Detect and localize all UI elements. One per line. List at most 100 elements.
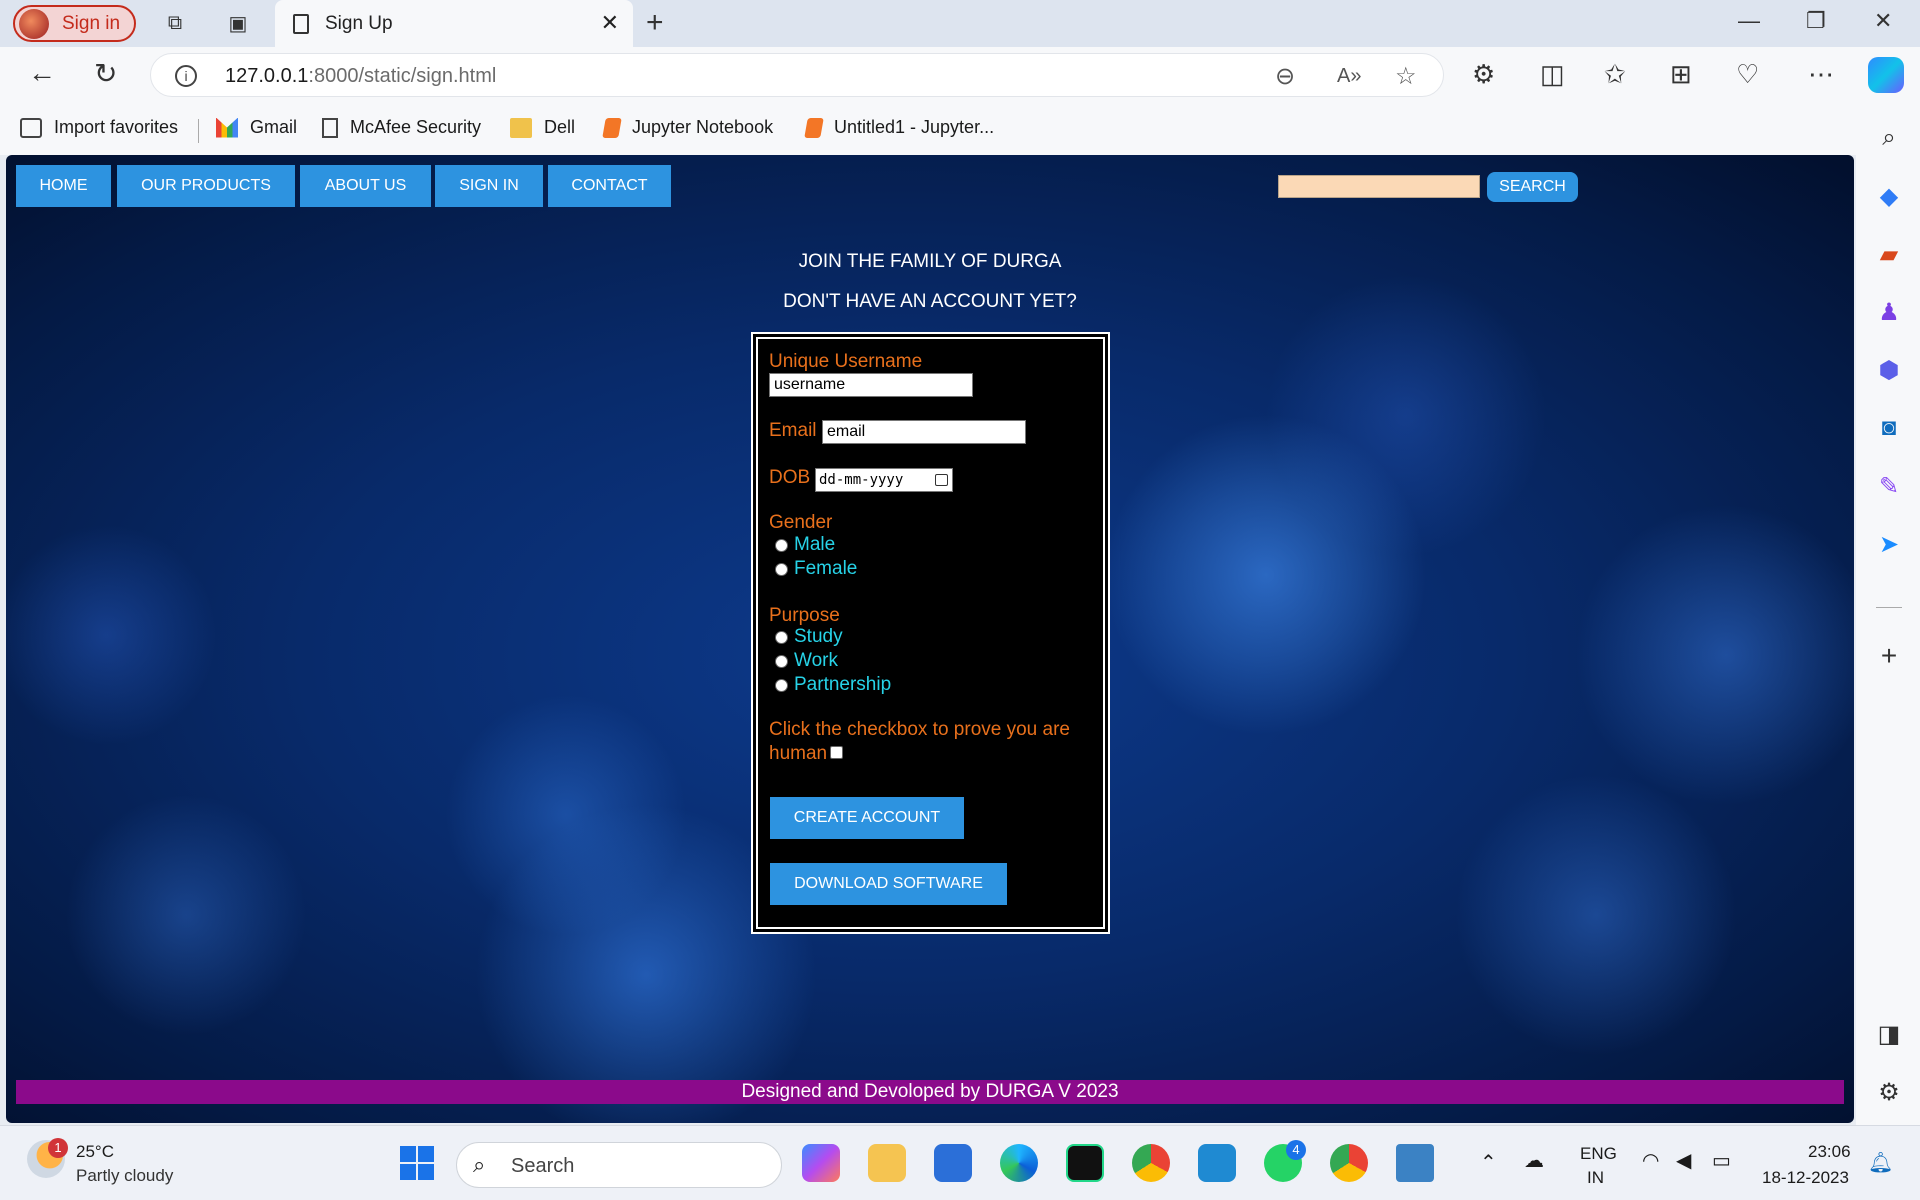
url-path: :8000/static/sign.html xyxy=(308,65,497,87)
volume-icon[interactable]: ◀ xyxy=(1676,1148,1691,1173)
weather-description[interactable]: Partly cloudy xyxy=(76,1166,173,1186)
more-options-icon[interactable]: ⋯ xyxy=(1808,59,1834,90)
chrome-icon[interactable] xyxy=(1132,1144,1170,1182)
gender-male-radio[interactable] xyxy=(775,539,788,552)
favorite-label: Gmail xyxy=(250,117,298,137)
language-code[interactable]: ENG xyxy=(1580,1144,1617,1164)
gender-female-label[interactable]: Female xyxy=(794,558,857,580)
vertical-tabs-icon[interactable]: ▣ xyxy=(225,10,251,36)
address-bar[interactable]: i 127.0.0.1:8000/static/sign.html ⊖ A» ☆ xyxy=(150,53,1444,97)
chrome-profile-icon[interactable] xyxy=(1330,1144,1368,1182)
profile-sign-in-label: Sign in xyxy=(62,12,121,34)
show-hidden-icons-chevron-icon[interactable]: ⌃ xyxy=(1480,1150,1497,1175)
back-icon[interactable]: ← xyxy=(28,57,56,89)
favorite-mcafee[interactable]: McAfee Security xyxy=(322,117,481,138)
add-icon[interactable]: + xyxy=(1874,640,1904,671)
taskbar-search-box[interactable]: ⌕ Search xyxy=(456,1142,782,1188)
nav-sign-in-button[interactable]: SIGN IN xyxy=(435,165,543,207)
gmail-icon xyxy=(216,117,238,138)
gender-female-radio[interactable] xyxy=(775,563,788,576)
close-tab-icon[interactable]: ✕ xyxy=(601,10,619,36)
microsoft-store-icon[interactable] xyxy=(934,1144,972,1182)
favorite-dell[interactable]: Dell xyxy=(510,117,575,138)
battery-icon[interactable]: ▭ xyxy=(1712,1148,1731,1173)
edge-sidebar: ⌕ ◆ ▰ ♟ ⬢ ◙ ✎ ➤ + ◨ ⚙ xyxy=(1856,105,1920,1125)
folder-icon xyxy=(510,117,532,138)
human-checkbox[interactable] xyxy=(830,746,843,759)
favorite-import[interactable]: Import favorites xyxy=(20,117,178,138)
pycharm-icon[interactable] xyxy=(1066,1144,1104,1182)
settings-gear-icon[interactable]: ⚙ xyxy=(1874,1077,1904,1107)
browser-essentials-icon[interactable]: ♡ xyxy=(1736,59,1759,90)
jupyter-icon xyxy=(602,117,622,138)
shopping-tag-icon[interactable]: ◆ xyxy=(1874,181,1904,211)
favorite-gmail[interactable]: Gmail xyxy=(216,117,297,138)
favorite-jupyter[interactable]: Jupyter Notebook xyxy=(602,117,773,138)
copilot-icon[interactable] xyxy=(1868,57,1904,93)
notifications-bell-icon[interactable]: 🔔︎ xyxy=(1868,1150,1893,1175)
new-tab-icon[interactable]: + xyxy=(646,6,664,40)
download-software-button[interactable]: DOWNLOAD SOFTWARE xyxy=(770,863,1007,905)
extensions-icon[interactable]: ⚙ xyxy=(1472,59,1495,90)
games-icon[interactable]: ♟ xyxy=(1874,297,1904,327)
collections-icon[interactable]: ⊞ xyxy=(1670,59,1692,90)
purpose-study-radio[interactable] xyxy=(775,631,788,644)
weather-temperature[interactable]: 25°C xyxy=(76,1142,114,1162)
dob-date-input[interactable]: dd-mm-yyyy xyxy=(815,468,953,492)
search-icon[interactable]: ⌕ xyxy=(1874,123,1904,153)
close-window-icon[interactable]: ✕ xyxy=(1874,8,1892,34)
copilot-pre-icon[interactable] xyxy=(802,1144,840,1182)
refresh-icon[interactable]: ↻ xyxy=(94,57,117,90)
nav-contact-button[interactable]: CONTACT xyxy=(548,165,671,207)
windows-start-icon[interactable] xyxy=(400,1146,434,1180)
telegram-icon[interactable]: ➤ xyxy=(1874,529,1904,559)
onedrive-icon[interactable]: ☁ xyxy=(1524,1148,1544,1173)
read-aloud-icon[interactable]: A» xyxy=(1337,65,1361,88)
purpose-study-label[interactable]: Study xyxy=(794,626,843,648)
vscode-icon[interactable] xyxy=(1198,1144,1236,1182)
language-region[interactable]: IN xyxy=(1587,1168,1604,1188)
notepad-icon[interactable] xyxy=(1396,1144,1434,1182)
gender-male-label[interactable]: Male xyxy=(794,534,835,556)
username-input[interactable]: username xyxy=(769,373,973,397)
clock-date[interactable]: 18-12-2023 xyxy=(1762,1168,1849,1188)
email-input[interactable]: email xyxy=(822,420,1026,444)
nav-about-us-button[interactable]: ABOUT US xyxy=(300,165,431,207)
tab-sign-up[interactable]: Sign Up ✕ xyxy=(275,0,633,47)
favorite-star-icon[interactable]: ☆ xyxy=(1395,62,1417,91)
join-heading: JOIN THE FAMILY OF DURGA xyxy=(798,251,1062,272)
purpose-partnership-radio[interactable] xyxy=(775,679,788,692)
purpose-work-radio[interactable] xyxy=(775,655,788,668)
profile-sign-in-button[interactable]: Sign in xyxy=(13,5,136,42)
tools-icon[interactable]: ▰ xyxy=(1874,239,1904,269)
site-info-icon[interactable]: i xyxy=(175,65,197,87)
designer-icon[interactable]: ✎ xyxy=(1874,471,1904,501)
url-text[interactable]: 127.0.0.1:8000/static/sign.html xyxy=(225,65,496,88)
purpose-partnership-label[interactable]: Partnership xyxy=(794,674,891,696)
windows-taskbar: 1 25°C Partly cloudy ⌕ Search 4 ⌃ ☁ ENG … xyxy=(0,1125,1920,1200)
url-host: 127.0.0.1 xyxy=(225,65,309,87)
calendar-icon[interactable] xyxy=(935,474,948,486)
site-search-input[interactable] xyxy=(1278,175,1480,198)
minimize-icon[interactable]: — xyxy=(1738,8,1760,34)
split-screen-icon[interactable]: ◫ xyxy=(1540,59,1565,90)
create-account-button[interactable]: CREATE ACCOUNT xyxy=(770,797,964,839)
nav-our-products-button[interactable]: OUR PRODUCTS xyxy=(117,165,295,207)
purpose-work-label[interactable]: Work xyxy=(794,650,838,672)
favorites-icon[interactable]: ✩ xyxy=(1604,59,1626,90)
nav-home-button[interactable]: HOME xyxy=(16,165,111,207)
import-icon xyxy=(20,117,42,138)
microsoft-365-icon[interactable]: ⬢ xyxy=(1874,355,1904,385)
favorite-untitled-jupyter[interactable]: Untitled1 - Jupyter... xyxy=(804,117,994,138)
workspaces-icon[interactable]: ⧉ xyxy=(162,10,188,36)
form-inner-border: Unique Username username Email email DOB… xyxy=(756,337,1105,929)
file-explorer-icon[interactable] xyxy=(868,1144,906,1182)
zoom-out-icon[interactable]: ⊖ xyxy=(1275,62,1295,91)
outlook-icon[interactable]: ◙ xyxy=(1874,413,1904,443)
hide-sidebar-icon[interactable]: ◨ xyxy=(1874,1019,1904,1049)
wifi-icon[interactable]: ◠ xyxy=(1642,1148,1659,1173)
restore-icon[interactable]: ❐ xyxy=(1806,8,1826,34)
clock-time[interactable]: 23:06 xyxy=(1808,1142,1851,1162)
edge-browser-icon[interactable] xyxy=(1000,1144,1038,1182)
site-search-button[interactable]: SEARCH xyxy=(1487,172,1578,202)
